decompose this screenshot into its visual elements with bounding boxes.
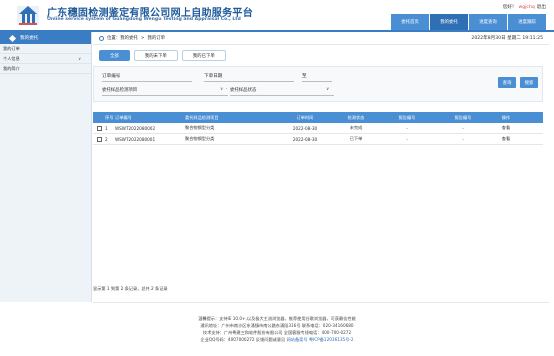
view-link[interactable]: 查看: [491, 136, 521, 142]
date-start-input[interactable]: [204, 81, 294, 82]
footer-address: 通讯地址：广州市南沙区东涌镇市南公路东涌段316号 联系电话：020-34160…: [200, 323, 354, 328]
row-checkbox[interactable]: [96, 136, 102, 142]
breadcrumb-current: 我的订单: [147, 36, 166, 41]
chevron-down-icon: ∨: [220, 87, 224, 92]
column-header: 操作: [501, 114, 511, 120]
column-header: 报告编号: [454, 114, 472, 120]
column-header: 委托样品检测项目: [185, 114, 219, 120]
breadcrumb-prefix: 位置：: [107, 36, 121, 41]
tab-all[interactable]: 全部: [99, 50, 130, 61]
cell-status: 未完成: [349, 125, 363, 130]
sidebar: 我的委托 我的订单 个人信息 ∨ 我的简介: [0, 32, 92, 302]
sidebar-item-personal-info[interactable]: 个人信息 ∨: [0, 54, 91, 64]
row-checkbox[interactable]: [96, 125, 102, 131]
view-link[interactable]: 查看: [491, 125, 521, 131]
site-subtitle: Online service system of Guangdong Wengu…: [47, 17, 241, 22]
filter-panel: 订单编号 下单日期 至 委托样品检测项目 ∨ · 委托样品状态 ∨ 查询 搜索: [93, 66, 543, 102]
column-header: 订单编号: [115, 114, 132, 120]
content-divider: [93, 302, 549, 303]
footer-icp-link[interactable]: 网站备案号 粤ICP备12036135号-2: [287, 337, 354, 342]
orders-table: 序号 订单编号 委托样品检测项目 订单时间 检测状态 报告编号 报告编号 操作 …: [93, 112, 543, 145]
order-no-input[interactable]: [102, 81, 192, 82]
chevron-down-icon: ∨: [326, 87, 330, 92]
cell-report1: -: [406, 136, 408, 142]
breadcrumb: 位置： 我的委托 > 我的订单 2022年8月30日 星期二 19:11:25: [93, 32, 549, 45]
cell-report1: -: [406, 125, 408, 131]
column-header: 订单时间: [296, 114, 314, 120]
breadcrumb-item[interactable]: 我的委托: [120, 35, 138, 41]
category-select[interactable]: 委托样品检测项目: [102, 87, 137, 93]
sidebar-item-label: 我的简介: [3, 65, 20, 71]
cell-no: 1: [105, 125, 108, 131]
table-header: 序号 订单编号 委托样品检测项目 订单时间 检测状态 报告编号 报告编号 操作: [93, 112, 543, 123]
status-underline: [230, 95, 334, 96]
footer-contact: 企业QQ号码：4007000272 反馈问题或意见 网站备案号 粤ICP备120…: [0, 336, 554, 343]
cell-date: 2022-08-30: [292, 125, 318, 131]
cell-report2: -: [462, 125, 464, 131]
footer: 温馨提示：支持IE 10.0+,以及极大主流浏览器，推荐使用谷歌浏览器，可获最佳…: [0, 315, 554, 343]
tab-ordered[interactable]: 我的已下单: [181, 50, 226, 61]
sidebar-item-profile[interactable]: 我的简介: [0, 64, 91, 74]
column-header: 报告编号: [398, 114, 416, 120]
cell-order: WSWT2022080001: [115, 136, 156, 142]
pagination-info: 显示第 1 到第 2 条记录，总共 2 条记录: [93, 286, 168, 291]
column-header: 检测状态: [347, 114, 365, 120]
top-nav: 委托首页 我的委托 进度查询 进度跟踪: [390, 14, 546, 30]
date-end-input[interactable]: [302, 81, 332, 82]
greeting: 您好！: [502, 5, 517, 10]
status-select[interactable]: 委托样品状态: [230, 87, 256, 93]
breadcrumb-separator: >: [140, 35, 145, 41]
cell-item: 聚合物钢型分类: [185, 125, 215, 130]
sidebar-item-label: 个人信息: [3, 55, 20, 61]
category-underline: [102, 95, 228, 96]
cell-item: 聚合物钢型分类: [185, 136, 215, 141]
search-button[interactable]: 搜索: [520, 77, 538, 88]
diamond-icon: [8, 34, 17, 42]
footer-support: 技术支持：广州粤建三和软件股份有限公司 全国客服专线电话：400-700-027…: [202, 330, 352, 335]
column-header: 序号: [105, 114, 114, 120]
sidebar-heading[interactable]: 我的委托: [0, 32, 91, 44]
footer-qq: 企业QQ号码：4007000272 反馈问题或意见: [200, 337, 286, 342]
category-separator: ·: [226, 87, 228, 92]
company-logo-icon: [17, 6, 39, 25]
cell-order: WSWT2022080002: [115, 125, 156, 131]
nav-progress-track[interactable]: 进度跟踪: [508, 14, 546, 30]
nav-my-orders[interactable]: 我的委托: [430, 14, 468, 30]
main-content: 位置： 我的委托 > 我的订单 2022年8月30日 星期二 19:11:25 …: [93, 32, 549, 303]
cell-report2: -: [462, 136, 464, 142]
order-no-label: 订单编号: [102, 74, 121, 79]
nav-progress-query[interactable]: 进度查询: [469, 14, 507, 30]
query-button[interactable]: 查询: [498, 77, 516, 88]
order-tabs: 全部 我的未下单 我的已下单: [99, 50, 230, 61]
row-checkbox-cell: [93, 136, 105, 142]
sidebar-item-label: 我的订单: [3, 45, 20, 51]
header: 广东穗固检测鉴定有限公司网上自助服务平台 Online service syst…: [0, 0, 554, 30]
current-datetime: 2022年8月30日 星期二 19:11:25: [471, 36, 543, 41]
cell-date: 2022-08-30: [292, 136, 318, 142]
cell-status: 已下单: [349, 136, 363, 141]
sidebar-heading-label: 我的委托: [20, 36, 39, 41]
footer-tip: 温馨提示：支持IE 10.0+,以及极大主流浏览器，推荐使用谷歌浏览器，可获最佳…: [198, 316, 356, 321]
table-row: 1 WSWT2022080002 聚合物钢型分类 2022-08-30 未完成 …: [93, 123, 543, 134]
tab-not-ordered[interactable]: 我的未下单: [133, 50, 178, 61]
cell-no: 2: [105, 136, 108, 142]
user-area: 您好！ wgjchq 退出: [503, 4, 546, 10]
table-row: 2 WSWT2022080001 聚合物钢型分类 2022-08-30 已下单 …: [93, 134, 543, 145]
row-checkbox-cell: [93, 125, 105, 131]
sidebar-item-my-orders[interactable]: 我的订单: [0, 44, 91, 54]
date-to-label: 至: [302, 74, 307, 79]
username-link[interactable]: wgjchq: [518, 5, 534, 10]
date-label: 下单日期: [204, 74, 223, 79]
nav-home[interactable]: 委托首页: [391, 14, 429, 30]
chevron-down-icon: ∨: [78, 56, 81, 61]
logout-link[interactable]: 退出: [537, 5, 546, 10]
location-icon: [99, 35, 104, 41]
